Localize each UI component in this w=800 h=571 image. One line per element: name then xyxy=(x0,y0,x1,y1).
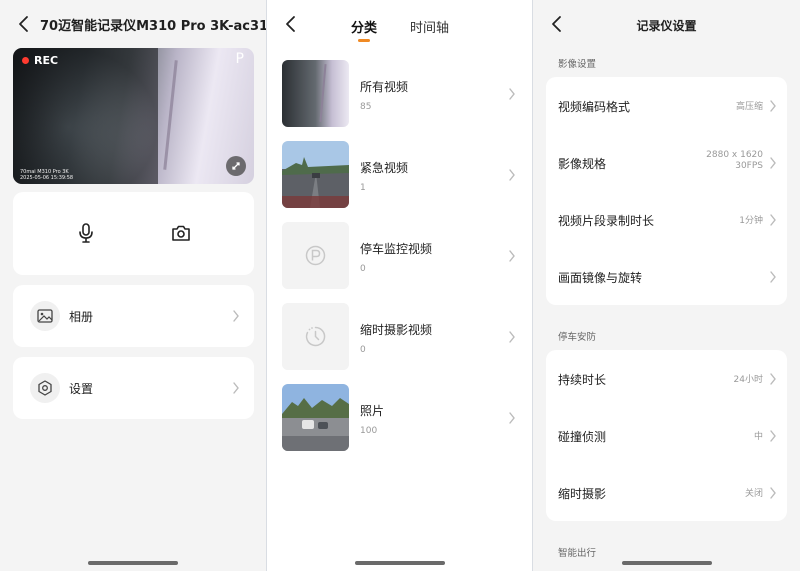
image-icon xyxy=(30,301,60,331)
rec-indicator: REC xyxy=(22,54,58,67)
chevron-right-icon xyxy=(769,430,777,442)
preview-pillar xyxy=(163,60,178,170)
chevron-right-icon xyxy=(769,157,777,169)
category-name: 停车监控视频 xyxy=(360,242,433,256)
album-label: 相册 xyxy=(69,310,94,324)
section-title-video: 影像设置 xyxy=(558,59,597,70)
setting-label: 视频片段录制时长 xyxy=(558,214,655,228)
category-count: 100 xyxy=(360,426,378,436)
setting-label: 影像规格 xyxy=(558,157,607,171)
category-parking-videos[interactable]: 停车监控视频 0 xyxy=(267,222,532,290)
setting-mirror-rotate[interactable]: 画面镜像与旋转 xyxy=(546,248,787,305)
microphone-icon xyxy=(79,223,93,243)
category-name: 照片 xyxy=(360,404,385,418)
chevron-right-icon xyxy=(508,169,516,181)
album-panel: 分类 时间轴 所有视频 85 紧急视频 1 停车监控视频 0 缩时摄影视频 0 … xyxy=(267,0,532,571)
thumbnail-parking-lot xyxy=(282,384,349,451)
thumbnail-road xyxy=(282,141,349,208)
page-title: 记录仪设置 xyxy=(636,19,697,33)
thumbnail-dashcam xyxy=(282,60,349,127)
setting-value: 中 xyxy=(753,432,763,442)
preview-shading xyxy=(13,48,158,184)
preview-overlay: 70mai M310 Pro 3K 2025-05-06 15:39:58 xyxy=(20,169,73,181)
setting-resolution[interactable]: 影像规格 2880 x 1620 30FPS xyxy=(546,134,787,191)
setting-value: 高压缩 xyxy=(735,102,763,112)
microphone-button[interactable] xyxy=(75,222,97,244)
camera-button[interactable] xyxy=(170,222,192,244)
timelapse-icon xyxy=(282,303,349,370)
setting-value: 24小时 xyxy=(733,375,763,385)
setting-timelapse[interactable]: 缩时摄影 关闭 xyxy=(546,464,787,521)
setting-value: 1分钟 xyxy=(739,216,763,226)
category-name: 紧急视频 xyxy=(360,161,409,175)
fullscreen-button[interactable] xyxy=(226,156,246,176)
chevron-left-icon xyxy=(19,16,28,32)
section-title-parking: 停车安防 xyxy=(558,332,597,343)
fps-value: 30FPS xyxy=(735,161,763,171)
setting-label: 画面镜像与旋转 xyxy=(558,271,643,285)
setting-label: 缩时摄影 xyxy=(558,487,607,501)
chevron-right-icon xyxy=(769,214,777,226)
chevron-right-icon xyxy=(769,100,777,112)
home-indicator[interactable] xyxy=(354,561,445,565)
timestamp-overlay: 2025-05-06 15:39:58 xyxy=(20,175,74,181)
category-all-videos[interactable]: 所有视频 85 xyxy=(267,60,532,128)
category-name: 缩时摄影视频 xyxy=(360,323,433,337)
parking-settings-card: 持续时长 24小时 碰撞侦测 中 缩时摄影 关闭 xyxy=(546,350,787,521)
category-timelapse-videos[interactable]: 缩时摄影视频 0 xyxy=(267,303,532,371)
video-settings-card: 视频编码格式 高压缩 影像规格 2880 x 1620 30FPS 视频片段录制… xyxy=(546,77,787,305)
chevron-right-icon xyxy=(232,310,240,322)
parking-p-icon xyxy=(282,222,349,289)
setting-value: 关闭 xyxy=(744,489,763,499)
camera-icon xyxy=(172,225,190,241)
tab-timeline[interactable]: 时间轴 xyxy=(410,17,449,36)
resolution-value: 2880 x 1620 xyxy=(706,150,763,160)
settings-label: 设置 xyxy=(69,382,94,396)
parking-mode-indicator: P xyxy=(235,51,244,67)
settings-panel: 记录仪设置 影像设置 视频编码格式 高压缩 影像规格 2880 x 1620 3… xyxy=(533,0,800,571)
setting-collision-detection[interactable]: 碰撞侦测 中 xyxy=(546,407,787,464)
setting-clip-length[interactable]: 视频片段录制时长 1分钟 xyxy=(546,191,787,248)
controls-card xyxy=(13,192,254,275)
chevron-right-icon xyxy=(508,412,516,424)
chevron-right-icon xyxy=(769,487,777,499)
fullscreen-icon xyxy=(232,162,240,170)
setting-duration[interactable]: 持续时长 24小时 xyxy=(546,350,787,407)
camera-preview[interactable]: REC P 70mai M310 Pro 3K 2025-05-06 15:39… xyxy=(13,48,254,184)
setting-value: 2880 x 1620 30FPS xyxy=(706,150,763,172)
settings-menu-item[interactable]: 设置 xyxy=(13,357,254,419)
category-count: 1 xyxy=(360,183,366,193)
home-indicator[interactable] xyxy=(88,561,178,565)
setting-label: 持续时长 xyxy=(558,373,607,387)
category-count: 85 xyxy=(360,102,372,112)
setting-label: 碰撞侦测 xyxy=(558,430,607,444)
album-tabs: 分类 时间轴 xyxy=(267,17,532,45)
rec-label: REC xyxy=(34,54,59,67)
tab-category[interactable]: 分类 xyxy=(351,17,377,36)
chevron-right-icon xyxy=(508,331,516,343)
chevron-right-icon xyxy=(232,382,240,394)
back-button[interactable] xyxy=(16,14,32,34)
chevron-right-icon xyxy=(508,88,516,100)
active-tab-indicator xyxy=(358,39,370,42)
home-indicator[interactable] xyxy=(621,561,712,565)
rec-dot-icon xyxy=(22,57,29,64)
chevron-right-icon xyxy=(508,250,516,262)
chevron-right-icon xyxy=(769,373,777,385)
chevron-right-icon xyxy=(769,271,777,283)
category-emergency-videos[interactable]: 紧急视频 1 xyxy=(267,141,532,209)
category-count: 0 xyxy=(360,264,366,274)
hexagon-settings-icon xyxy=(30,373,60,403)
thumbnail-parking xyxy=(282,222,349,289)
category-count: 0 xyxy=(360,345,366,355)
device-panel: 70迈智能记录仪M310 Pro 3K-ac31 REC P 70mai M31… xyxy=(0,0,266,571)
setting-codec[interactable]: 视频编码格式 高压缩 xyxy=(546,77,787,134)
album-menu-item[interactable]: 相册 xyxy=(13,285,254,347)
device-title: 70迈智能记录仪M310 Pro 3K-ac31 xyxy=(40,19,266,34)
setting-label: 视频编码格式 xyxy=(558,100,631,114)
thumbnail-timelapse xyxy=(282,303,349,370)
category-photos[interactable]: 照片 100 xyxy=(267,384,532,452)
section-title-smart-travel: 智能出行 xyxy=(558,548,597,559)
category-name: 所有视频 xyxy=(360,80,409,94)
